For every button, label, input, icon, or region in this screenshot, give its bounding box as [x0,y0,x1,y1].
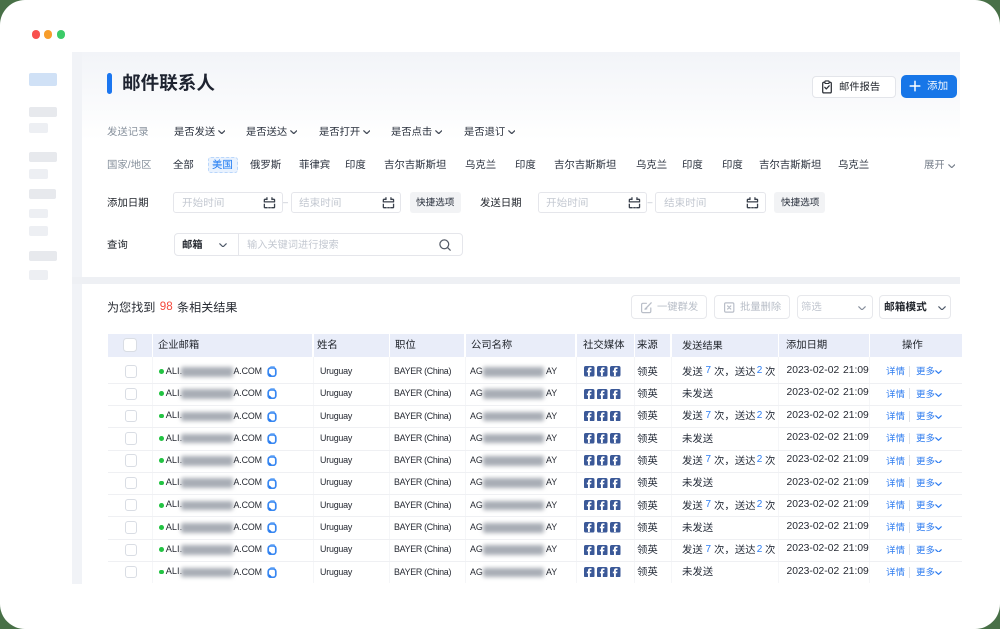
svg-text:/: / [128,161,131,170]
